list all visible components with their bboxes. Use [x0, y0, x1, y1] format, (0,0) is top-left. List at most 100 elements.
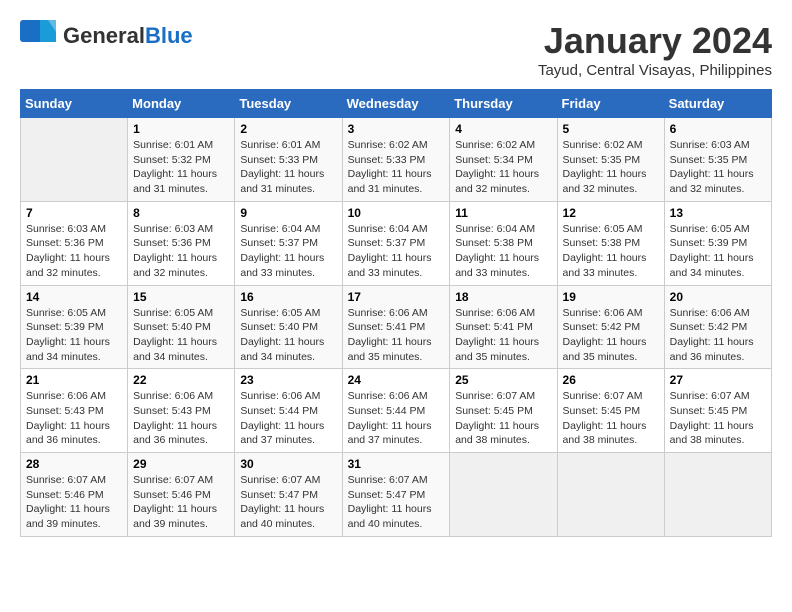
day-number: 17: [348, 290, 445, 304]
day-number: 18: [455, 290, 551, 304]
day-info: Sunrise: 6:07 AMSunset: 5:45 PMDaylight:…: [455, 389, 551, 448]
day-number: 13: [670, 206, 766, 220]
day-number: 6: [670, 122, 766, 136]
day-info: Sunrise: 6:02 AMSunset: 5:33 PMDaylight:…: [348, 138, 445, 197]
day-info: Sunrise: 6:07 AMSunset: 5:47 PMDaylight:…: [348, 473, 445, 532]
calendar-cell: [557, 453, 664, 537]
calendar-cell: [450, 453, 557, 537]
day-info: Sunrise: 6:02 AMSunset: 5:35 PMDaylight:…: [563, 138, 659, 197]
day-number: 2: [240, 122, 336, 136]
calendar-cell: 29 Sunrise: 6:07 AMSunset: 5:46 PMDayligh…: [128, 453, 235, 537]
day-of-week-header: Saturday: [664, 90, 771, 118]
day-info: Sunrise: 6:01 AMSunset: 5:33 PMDaylight:…: [240, 138, 336, 197]
calendar-cell: 25 Sunrise: 6:07 AMSunset: 5:45 PMDayligh…: [450, 369, 557, 453]
day-of-week-header: Thursday: [450, 90, 557, 118]
day-info: Sunrise: 6:05 AMSunset: 5:39 PMDaylight:…: [26, 306, 122, 365]
logo-general-text: General: [63, 23, 145, 48]
calendar-cell: 19Sunrise: 6:06 AMSunset: 5:42 PMDayligh…: [557, 285, 664, 369]
day-info: Sunrise: 6:06 AMSunset: 5:42 PMDaylight:…: [670, 306, 766, 365]
calendar-table: SundayMondayTuesdayWednesdayThursdayFrid…: [20, 89, 772, 537]
calendar-cell: 2 Sunrise: 6:01 AMSunset: 5:33 PMDaylight…: [235, 118, 342, 202]
day-number: 12: [563, 206, 659, 220]
day-number: 30: [240, 457, 336, 471]
day-number: 31: [348, 457, 445, 471]
day-number: 24: [348, 373, 445, 387]
day-number: 19: [563, 290, 659, 304]
calendar-cell: 14 Sunrise: 6:05 AMSunset: 5:39 PMDayligh…: [21, 285, 128, 369]
day-info: Sunrise: 6:05 AMSunset: 5:40 PMDaylight:…: [240, 306, 336, 365]
calendar-cell: 23 Sunrise: 6:06 AMSunset: 5:44 PMDayligh…: [235, 369, 342, 453]
calendar-cell: 11Sunrise: 6:04 AMSunset: 5:38 PMDayligh…: [450, 201, 557, 285]
day-info: Sunrise: 6:07 AMSunset: 5:47 PMDaylight:…: [240, 473, 336, 532]
day-info: Sunrise: 6:04 AMSunset: 5:37 PMDaylight:…: [348, 222, 445, 281]
calendar-cell: 17 Sunrise: 6:06 AMSunset: 5:41 PMDayligh…: [342, 285, 450, 369]
day-info: Sunrise: 6:05 AMSunset: 5:40 PMDaylight:…: [133, 306, 229, 365]
title-section: January 2024 Tayud, Central Visayas, Phi…: [538, 20, 772, 79]
calendar-cell: 9 Sunrise: 6:04 AMSunset: 5:37 PMDaylight…: [235, 201, 342, 285]
calendar-cell: 31 Sunrise: 6:07 AMSunset: 5:47 PMDayligh…: [342, 453, 450, 537]
day-number: 14: [26, 290, 122, 304]
logo-icon: [20, 20, 56, 52]
location-text: Tayud, Central Visayas, Philippines: [538, 62, 772, 79]
day-info: Sunrise: 6:06 AMSunset: 5:44 PMDaylight:…: [348, 389, 445, 448]
day-info: Sunrise: 6:07 AMSunset: 5:45 PMDaylight:…: [670, 389, 766, 448]
day-info: Sunrise: 6:07 AMSunset: 5:45 PMDaylight:…: [563, 389, 659, 448]
day-info: Sunrise: 6:05 AMSunset: 5:38 PMDaylight:…: [563, 222, 659, 281]
day-number: 25: [455, 373, 551, 387]
day-info: Sunrise: 6:07 AMSunset: 5:46 PMDaylight:…: [133, 473, 229, 532]
day-number: 29: [133, 457, 229, 471]
calendar-cell: 5 Sunrise: 6:02 AMSunset: 5:35 PMDaylight…: [557, 118, 664, 202]
day-info: Sunrise: 6:03 AMSunset: 5:36 PMDaylight:…: [26, 222, 122, 281]
day-number: 21: [26, 373, 122, 387]
day-number: 26: [563, 373, 659, 387]
calendar-cell: 21Sunrise: 6:06 AMSunset: 5:43 PMDayligh…: [21, 369, 128, 453]
day-number: 16: [240, 290, 336, 304]
day-number: 5: [563, 122, 659, 136]
day-number: 8: [133, 206, 229, 220]
calendar-cell: 27 Sunrise: 6:07 AMSunset: 5:45 PMDayligh…: [664, 369, 771, 453]
logo: GeneralBlue: [20, 20, 193, 52]
calendar-cell: 12 Sunrise: 6:05 AMSunset: 5:38 PMDayligh…: [557, 201, 664, 285]
calendar-cell: 13Sunrise: 6:05 AMSunset: 5:39 PMDayligh…: [664, 201, 771, 285]
day-number: 1: [133, 122, 229, 136]
day-info: Sunrise: 6:02 AMSunset: 5:34 PMDaylight:…: [455, 138, 551, 197]
calendar-cell: 20 Sunrise: 6:06 AMSunset: 5:42 PMDayligh…: [664, 285, 771, 369]
day-info: Sunrise: 6:06 AMSunset: 5:43 PMDaylight:…: [133, 389, 229, 448]
day-info: Sunrise: 6:03 AMSunset: 5:35 PMDaylight:…: [670, 138, 766, 197]
day-number: 4: [455, 122, 551, 136]
day-number: 27: [670, 373, 766, 387]
page-header: GeneralBlue January 2024 Tayud, Central …: [20, 20, 772, 79]
day-number: 20: [670, 290, 766, 304]
calendar-cell: 16 Sunrise: 6:05 AMSunset: 5:40 PMDayligh…: [235, 285, 342, 369]
calendar-cell: 4 Sunrise: 6:02 AMSunset: 5:34 PMDaylight…: [450, 118, 557, 202]
day-info: Sunrise: 6:03 AMSunset: 5:36 PMDaylight:…: [133, 222, 229, 281]
day-number: 9: [240, 206, 336, 220]
day-number: 11: [455, 206, 551, 220]
calendar-cell: 6 Sunrise: 6:03 AMSunset: 5:35 PMDaylight…: [664, 118, 771, 202]
logo-blue-text: Blue: [145, 23, 193, 48]
day-number: 23: [240, 373, 336, 387]
month-title: January 2024: [538, 20, 772, 62]
day-number: 7: [26, 206, 122, 220]
day-of-week-header: Sunday: [21, 90, 128, 118]
day-of-week-header: Tuesday: [235, 90, 342, 118]
day-number: 28: [26, 457, 122, 471]
calendar-cell: 15Sunrise: 6:05 AMSunset: 5:40 PMDayligh…: [128, 285, 235, 369]
day-info: Sunrise: 6:07 AMSunset: 5:46 PMDaylight:…: [26, 473, 122, 532]
day-info: Sunrise: 6:06 AMSunset: 5:41 PMDaylight:…: [455, 306, 551, 365]
calendar-cell: 3Sunrise: 6:02 AMSunset: 5:33 PMDaylight…: [342, 118, 450, 202]
day-info: Sunrise: 6:06 AMSunset: 5:41 PMDaylight:…: [348, 306, 445, 365]
day-info: Sunrise: 6:06 AMSunset: 5:44 PMDaylight:…: [240, 389, 336, 448]
calendar-cell: 30 Sunrise: 6:07 AMSunset: 5:47 PMDayligh…: [235, 453, 342, 537]
calendar-cell: 24 Sunrise: 6:06 AMSunset: 5:44 PMDayligh…: [342, 369, 450, 453]
day-of-week-header: Monday: [128, 90, 235, 118]
day-of-week-header: Friday: [557, 90, 664, 118]
day-info: Sunrise: 6:04 AMSunset: 5:37 PMDaylight:…: [240, 222, 336, 281]
day-number: 10: [348, 206, 445, 220]
calendar-cell: 8 Sunrise: 6:03 AMSunset: 5:36 PMDaylight…: [128, 201, 235, 285]
day-number: 22: [133, 373, 229, 387]
calendar-cell: 1 Sunrise: 6:01 AMSunset: 5:32 PMDaylight…: [128, 118, 235, 202]
calendar-cell: 10 Sunrise: 6:04 AMSunset: 5:37 PMDayligh…: [342, 201, 450, 285]
calendar-cell: 26 Sunrise: 6:07 AMSunset: 5:45 PMDayligh…: [557, 369, 664, 453]
day-info: Sunrise: 6:01 AMSunset: 5:32 PMDaylight:…: [133, 138, 229, 197]
